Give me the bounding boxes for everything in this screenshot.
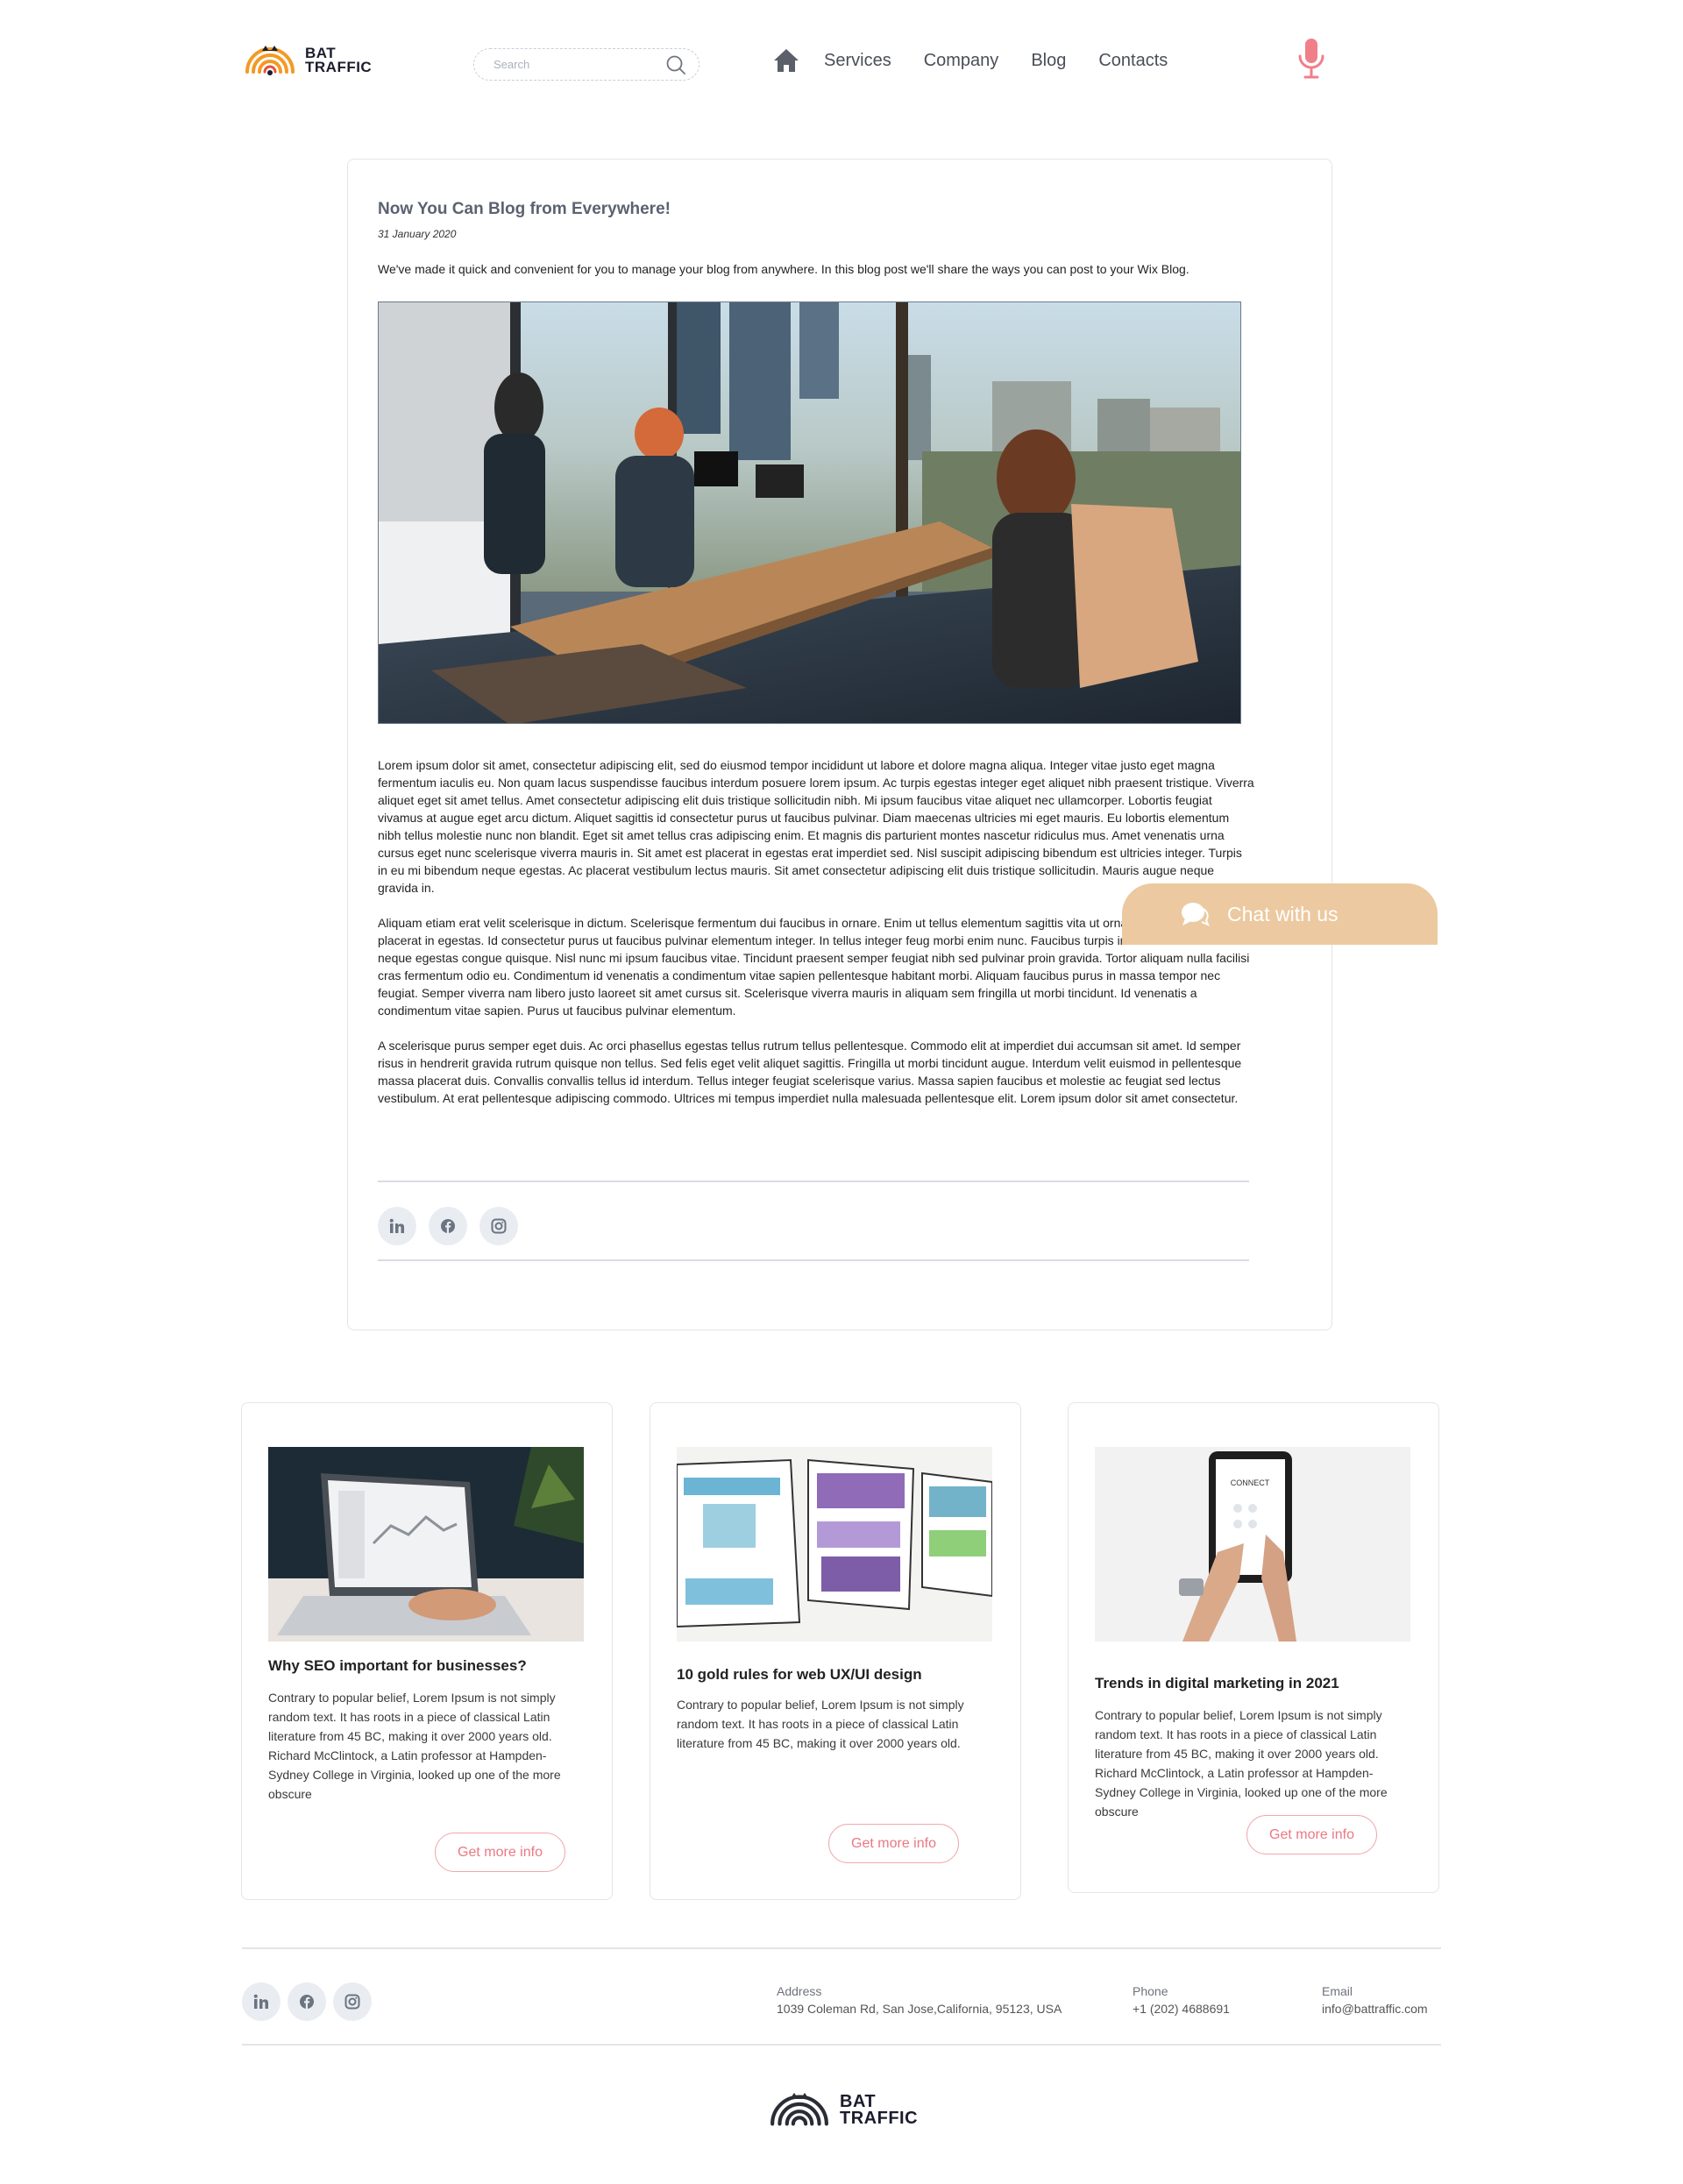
nav-company[interactable]: Company — [924, 51, 999, 71]
email-label: Email — [1322, 1984, 1353, 1998]
footer-phone: Phone +1 (202) 4688691 — [1133, 1982, 1230, 2017]
nav-home[interactable] — [771, 46, 801, 75]
phone-label: Phone — [1133, 1984, 1168, 1998]
footer-instagram-link[interactable] — [333, 1982, 372, 2021]
footer-divider-bottom — [242, 2044, 1441, 2046]
post-paragraph: A scelerisque purus semper eget duis. Ac… — [378, 1039, 1242, 1105]
address-label: Address — [777, 1984, 822, 1998]
instagram-icon — [491, 1218, 507, 1234]
instagram-share-button[interactable] — [479, 1207, 518, 1245]
card-excerpt: Contrary to popular belief, Lorem Ipsum … — [1095, 1708, 1388, 1819]
brand-logo[interactable]: BAT TRAFFIC — [242, 42, 372, 79]
nav-contacts[interactable]: Contacts — [1098, 51, 1168, 71]
blog-post-card: Now You Can Blog from Everywhere! 31 Jan… — [347, 159, 1332, 1330]
post-intro: We've made it quick and convenient for y… — [378, 262, 1189, 276]
related-card: 10 gold rules for web UX/UI design Contr… — [650, 1402, 1021, 1900]
footer-brand-line2: TRAFFIC — [840, 2109, 919, 2128]
footer-brand-logo[interactable]: BAT TRAFFIC — [766, 2088, 918, 2133]
card-excerpt: Contrary to popular belief, Lorem Ipsum … — [677, 1698, 964, 1750]
instagram-icon — [344, 1994, 360, 2010]
post-paragraph: Lorem ipsum dolor sit amet, consectetur … — [378, 758, 1254, 895]
chat-widget-button[interactable]: Chat with us — [1122, 883, 1438, 945]
footer-divider-top — [242, 1947, 1441, 1949]
chat-bubble-icon — [1182, 903, 1210, 926]
brand-name-line2: TRAFFIC — [305, 59, 373, 75]
card-title: Trends in digital marketing in 2021 — [1095, 1675, 1339, 1691]
footer-address: Address 1039 Coleman Rd, San Jose,Califo… — [777, 1982, 1062, 2017]
search-input[interactable] — [494, 58, 665, 71]
facebook-share-button[interactable] — [429, 1207, 467, 1245]
card-image-wireframes — [677, 1447, 992, 1642]
microphone-icon[interactable] — [1297, 37, 1325, 81]
footer-email: Email info@battraffic.com — [1322, 1982, 1428, 2017]
home-icon — [774, 49, 799, 72]
email-value[interactable]: info@battraffic.com — [1322, 2000, 1428, 2017]
site-header: BAT TRAFFIC Services Company Blog Contac… — [0, 0, 1683, 123]
footer-social-icons — [242, 1982, 372, 2021]
linkedin-icon — [253, 1994, 268, 2009]
card-title: 10 gold rules for web UX/UI design — [677, 1666, 922, 1683]
phone-value[interactable]: +1 (202) 4688691 — [1133, 2000, 1230, 2017]
footer-linkedin-link[interactable] — [242, 1982, 280, 2021]
address-value: 1039 Coleman Rd, San Jose,California, 95… — [777, 2002, 1062, 2016]
footer-facebook-link[interactable] — [288, 1982, 326, 2021]
divider — [378, 1259, 1249, 1261]
post-hero-image — [378, 301, 1241, 724]
linkedin-icon — [389, 1218, 404, 1233]
linkedin-share-button[interactable] — [378, 1207, 416, 1245]
chat-label: Chat with us — [1227, 902, 1339, 925]
post-title: Now You Can Blog from Everywhere! — [378, 200, 671, 218]
tablet-screen-text: CONNECT — [1231, 1478, 1270, 1487]
related-card: Why SEO important for businesses? Contra… — [241, 1402, 613, 1900]
related-card: CONNECT Trends in digital marketing in 2… — [1068, 1402, 1439, 1893]
nav-services[interactable]: Services — [824, 51, 891, 71]
card-image-laptop — [268, 1447, 584, 1642]
nav-blog[interactable]: Blog — [1031, 51, 1066, 71]
search-icon[interactable] — [665, 54, 686, 75]
facebook-icon — [300, 1995, 314, 2009]
search-box — [473, 48, 699, 81]
logo-icon — [770, 2092, 828, 2126]
facebook-icon — [441, 1219, 455, 1233]
post-share-icons — [378, 1207, 518, 1245]
get-more-info-button[interactable]: Get more info — [828, 1824, 959, 1863]
logo-icon — [245, 46, 295, 75]
card-excerpt: Contrary to popular belief, Lorem Ipsum … — [268, 1691, 561, 1801]
post-date: 31 January 2020 — [378, 228, 457, 240]
card-title: Why SEO important for businesses? — [268, 1657, 527, 1674]
get-more-info-button[interactable]: Get more info — [435, 1833, 565, 1872]
get-more-info-button[interactable]: Get more info — [1246, 1815, 1377, 1854]
divider — [378, 1181, 1249, 1182]
card-image-tablet: CONNECT — [1095, 1447, 1410, 1642]
main-nav: Services Company Blog Contacts — [771, 46, 1200, 75]
